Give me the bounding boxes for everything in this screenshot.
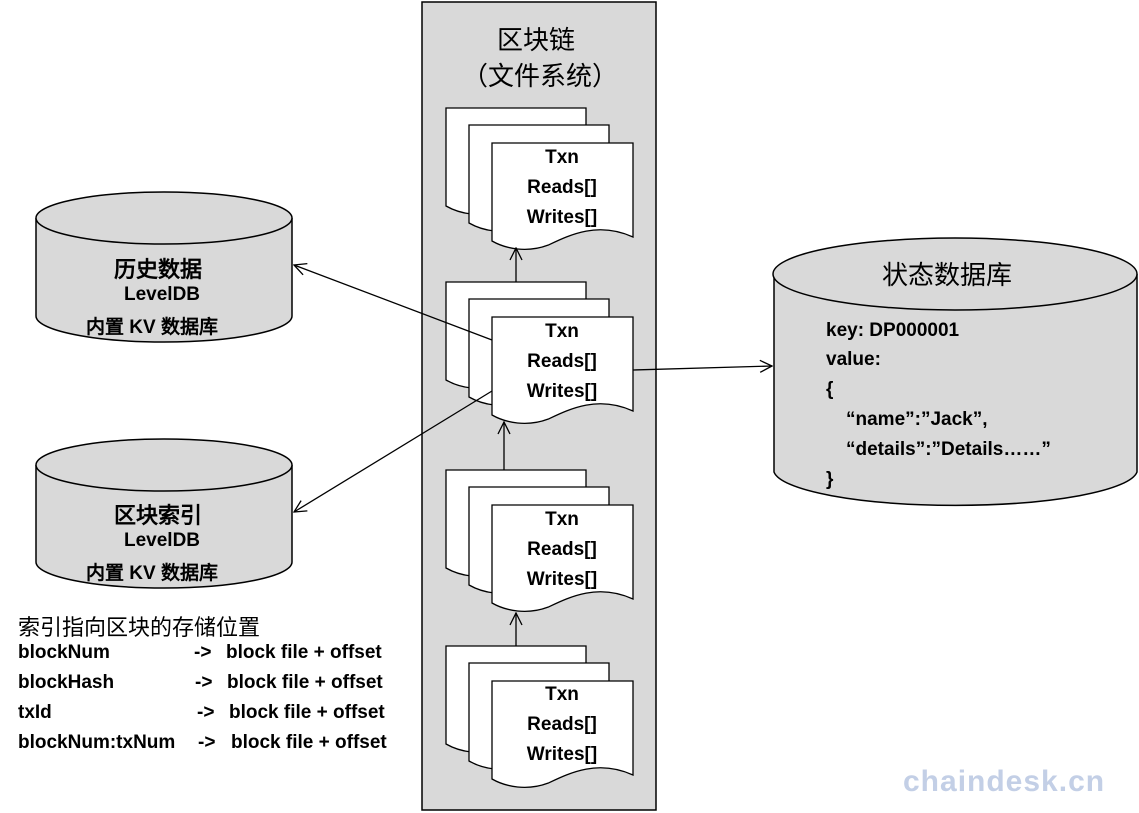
- watermark: chaindesk.cn: [903, 765, 1106, 798]
- history-db-engine: LevelDB: [124, 284, 201, 305]
- block-doc-writes: Writes[]: [526, 381, 598, 402]
- index-key: blockNum:txNum: [18, 732, 176, 753]
- state-db-key: key: DP000001: [826, 320, 960, 341]
- state-db-value-label: value:: [826, 349, 881, 370]
- index-arrow: ->: [198, 732, 216, 753]
- index-notes-heading: 索引指向区块的存储位置: [18, 616, 261, 641]
- state-db-open-brace: {: [826, 379, 834, 400]
- block-doc-writes: Writes[]: [526, 744, 598, 765]
- index-arrow: ->: [197, 702, 215, 723]
- index-target: block file + offset: [229, 702, 385, 723]
- block-doc-txn: Txn: [545, 509, 579, 530]
- state-db-close-brace: }: [826, 469, 834, 490]
- block-doc-reads: Reads[]: [527, 351, 597, 372]
- history-db-desc: 内置 KV 数据库: [86, 317, 218, 338]
- chain-column-subtitle: （文件系统）: [462, 62, 619, 92]
- block-index-db-desc: 内置 KV 数据库: [86, 563, 218, 584]
- history-db-title: 历史数据: [114, 257, 203, 282]
- index-key: blockNum: [18, 642, 110, 663]
- index-target: block file + offset: [226, 642, 382, 663]
- block-doc-reads: Reads[]: [527, 177, 597, 198]
- block-index-db-title: 区块索引: [114, 503, 203, 528]
- index-arrow: ->: [194, 642, 212, 663]
- block-doc-writes: Writes[]: [526, 207, 598, 228]
- state-db-name-line: “name”:”Jack”,: [846, 409, 988, 430]
- index-key: txId: [18, 702, 52, 723]
- block-doc-txn: Txn: [545, 321, 579, 342]
- block-doc-txn: Txn: [545, 147, 579, 168]
- block-doc-reads: Reads[]: [527, 539, 597, 560]
- block-doc-text: Txn Reads[] Writes[]: [492, 143, 632, 233]
- index-arrow: ->: [195, 672, 213, 693]
- block-index-db-engine: LevelDB: [124, 530, 201, 551]
- block-doc-reads: Reads[]: [527, 714, 597, 735]
- block-doc-text: Txn Reads[] Writes[]: [492, 680, 632, 770]
- state-db-details-line: “details”:”Details……”: [846, 439, 1051, 460]
- chain-column-title: 区块链: [497, 26, 576, 56]
- index-target: block file + offset: [231, 732, 387, 753]
- block-doc-text: Txn Reads[] Writes[]: [492, 317, 632, 407]
- block-doc-txn: Txn: [545, 684, 579, 705]
- block-doc-text: Txn Reads[] Writes[]: [492, 505, 632, 595]
- state-db-title: 状态数据库: [882, 261, 1013, 291]
- block-doc-writes: Writes[]: [526, 569, 598, 590]
- index-key: blockHash: [18, 672, 115, 693]
- index-target: block file + offset: [227, 672, 383, 693]
